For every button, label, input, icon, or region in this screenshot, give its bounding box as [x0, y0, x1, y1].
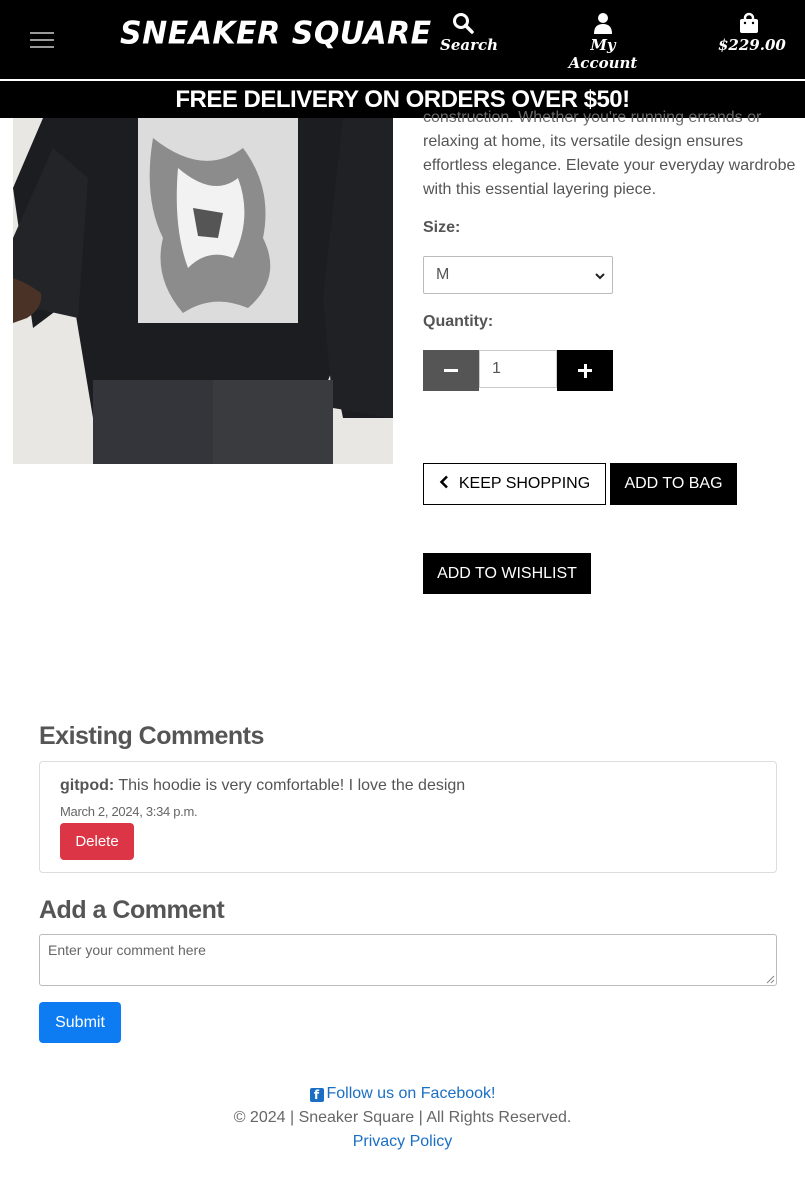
add-comment-heading: Add a Comment: [39, 896, 225, 924]
size-select[interactable]: M: [423, 256, 613, 294]
my-account-link[interactable]: My Account: [562, 12, 644, 72]
my-account-label: My Account: [568, 36, 638, 72]
facebook-icon: f: [309, 1088, 324, 1102]
chevron-down-icon: [595, 273, 605, 280]
comment-card: gitpod: This hoodie is very comfortable!…: [39, 761, 777, 873]
product-description: relaxing at home, its versatile design e…: [423, 133, 796, 198]
product-description-partial: construction. Whether you're running err…: [423, 109, 762, 126]
keep-shopping-label: KEEP SHOPPING: [458, 475, 591, 492]
shopping-bag-link[interactable]: $229.00: [718, 12, 786, 54]
product-image: [13, 118, 393, 464]
hamburger-icon: [30, 32, 54, 34]
add-to-wishlist-button[interactable]: ADD TO WISHLIST: [423, 553, 591, 594]
footer-copyright: © 2024 | Sneaker Square | All Rights Res…: [233, 1109, 572, 1126]
shopping-bag-icon: [740, 12, 758, 33]
comment-text: This hoodie is very comfortable! I love …: [118, 777, 466, 794]
comment-textarea[interactable]: [39, 934, 777, 986]
search-link[interactable]: Search: [440, 12, 498, 54]
chevron-left-icon: [439, 475, 448, 489]
size-value: M: [436, 266, 450, 283]
bag-total: $229.00: [718, 36, 786, 54]
comment-date: March 2, 2024, 3:34 p.m.: [60, 804, 198, 819]
facebook-link[interactable]: f Follow us on Facebook!: [309, 1085, 496, 1102]
comment-body: gitpod: This hoodie is very comfortable!…: [60, 777, 465, 795]
size-label: Size:: [423, 219, 461, 236]
menu-toggle-button[interactable]: [30, 29, 55, 49]
footer-facebook: f Follow us on Facebook!: [0, 1085, 805, 1103]
minus-icon: [444, 369, 458, 372]
submit-comment-button[interactable]: Submit: [39, 1002, 121, 1043]
keep-shopping-button[interactable]: KEEP SHOPPING: [423, 463, 606, 505]
privacy-policy-link[interactable]: Privacy Policy: [353, 1133, 453, 1150]
user-icon: [594, 13, 612, 34]
footer-privacy: Privacy Policy: [0, 1133, 805, 1151]
increment-quantity-button[interactable]: [557, 350, 613, 391]
top-navbar: SNEAKER SQUARE Search My Account $229.00: [0, 0, 805, 79]
site-logo[interactable]: SNEAKER SQUARE: [120, 15, 432, 52]
search-label: Search: [440, 36, 499, 54]
comment-author: gitpod:: [60, 777, 115, 794]
facebook-link-label: Follow us on Facebook!: [326, 1085, 496, 1102]
delete-comment-button[interactable]: Delete: [60, 823, 134, 860]
search-icon: [453, 13, 474, 34]
resize-grip-icon[interactable]: [766, 975, 775, 984]
quantity-label: Quantity:: [423, 313, 494, 330]
quantity-input[interactable]: 1: [479, 350, 557, 388]
existing-comments-heading: Existing Comments: [39, 722, 264, 750]
add-to-bag-button[interactable]: ADD TO BAG: [610, 463, 737, 505]
decrement-quantity-button[interactable]: [423, 350, 479, 391]
